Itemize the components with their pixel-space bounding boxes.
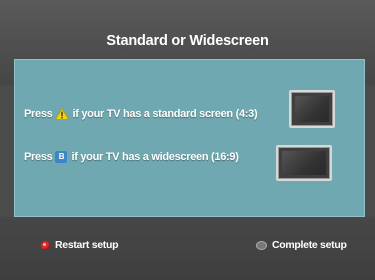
option-standard-prefix: Press <box>24 108 53 120</box>
complete-setup-button[interactable]: Complete setup <box>256 239 347 251</box>
complete-setup-label: Complete setup <box>272 239 347 251</box>
option-wide-prefix: Press <box>24 151 53 163</box>
tv-standard-4-3-icon <box>289 90 335 128</box>
yellow-triangle-icon <box>55 108 70 120</box>
option-widescreen[interactable]: Press B if your TV has a widescreen (16:… <box>24 151 239 163</box>
blue-b-button-icon: B <box>55 151 68 163</box>
page-title: Standard or Widescreen <box>106 33 269 49</box>
restart-setup-label: Restart setup <box>55 239 119 251</box>
option-wide-text: if your TV has a widescreen (16:9) <box>71 151 239 163</box>
tv-widescreen-16-9-icon <box>276 145 332 181</box>
options-panel <box>14 59 365 217</box>
tv-setup-screen: Standard or Widescreen Press if your TV … <box>0 0 375 280</box>
option-standard-text: if your TV has a standard screen (4:3) <box>72 108 258 120</box>
option-standard-screen[interactable]: Press if your TV has a standard screen (… <box>24 108 258 120</box>
red-button-icon <box>41 240 50 250</box>
ok-button-icon <box>256 240 267 250</box>
restart-setup-button[interactable]: Restart setup <box>41 239 119 251</box>
